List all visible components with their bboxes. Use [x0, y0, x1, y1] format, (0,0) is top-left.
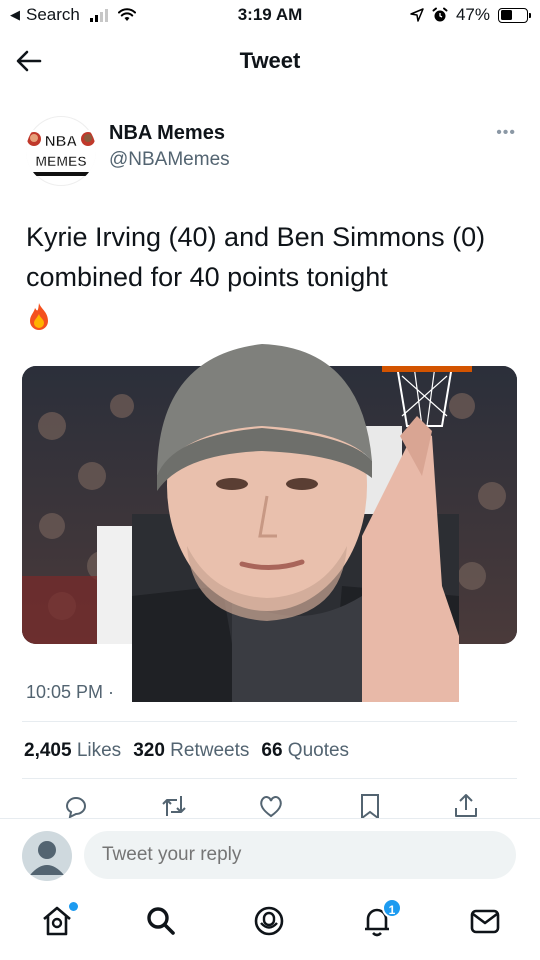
- author-avatar[interactable]: NBA MEMES: [26, 116, 96, 186]
- divider: [22, 721, 517, 722]
- alarm-icon: [432, 7, 448, 22]
- author-handle[interactable]: @NBAMemes: [109, 149, 230, 171]
- tab-messages[interactable]: [468, 904, 502, 938]
- quotes-stat[interactable]: 66 Quotes: [261, 740, 349, 762]
- search-icon: [147, 907, 175, 935]
- status-bar: ◀ Search 3:19 AM 47%: [0, 0, 540, 32]
- fire-emoji-icon: [30, 303, 48, 330]
- battery-fill: [500, 10, 513, 20]
- default-user-icon: [30, 841, 64, 875]
- notifications-badge: 1: [382, 898, 402, 918]
- top-header: Tweet: [0, 32, 540, 90]
- author-name[interactable]: NBA Memes: [109, 122, 225, 145]
- nba-memes-logo: NBA MEMES: [26, 130, 96, 176]
- home-unread-dot: [69, 902, 78, 911]
- svg-text:NBA: NBA: [45, 133, 78, 150]
- divider: [22, 778, 517, 779]
- spaces-icon: [254, 906, 284, 936]
- page-title: Tweet: [239, 48, 301, 73]
- likes-stat[interactable]: 2,405 Likes: [24, 740, 121, 762]
- svg-text:MEMES: MEMES: [35, 153, 86, 169]
- battery-icon: [498, 7, 531, 23]
- overlay-person-photo: [132, 344, 459, 702]
- battery-percent: 47%: [455, 5, 490, 24]
- user-avatar[interactable]: [22, 831, 72, 881]
- tweet-text: Kyrie Irving (40) and Ben Simmons (0) co…: [26, 222, 486, 292]
- retweets-stat[interactable]: 320 Retweets: [133, 740, 249, 762]
- tab-search[interactable]: [144, 904, 178, 938]
- reply-icon[interactable]: [62, 792, 90, 820]
- location-icon: [410, 8, 424, 22]
- reply-input[interactable]: [84, 831, 516, 879]
- retweet-icon[interactable]: [160, 792, 188, 820]
- messages-icon: [470, 909, 500, 934]
- tweet-timestamp: 10:05 PM ·: [26, 682, 115, 702]
- share-icon[interactable]: [452, 792, 480, 820]
- tweet-actions-bar: [0, 792, 540, 820]
- bottom-tab-bar: 1: [0, 888, 540, 960]
- like-icon[interactable]: [257, 792, 285, 820]
- tab-spaces[interactable]: [252, 904, 286, 938]
- bookmark-icon[interactable]: [356, 792, 384, 820]
- tab-home[interactable]: [40, 902, 78, 938]
- tweet-stats: 2,405 Likes 320 Retweets 66 Quotes: [24, 740, 349, 762]
- tab-notifications[interactable]: 1: [360, 898, 402, 938]
- more-options-icon[interactable]: •••: [496, 124, 516, 142]
- reply-composer: [0, 818, 540, 888]
